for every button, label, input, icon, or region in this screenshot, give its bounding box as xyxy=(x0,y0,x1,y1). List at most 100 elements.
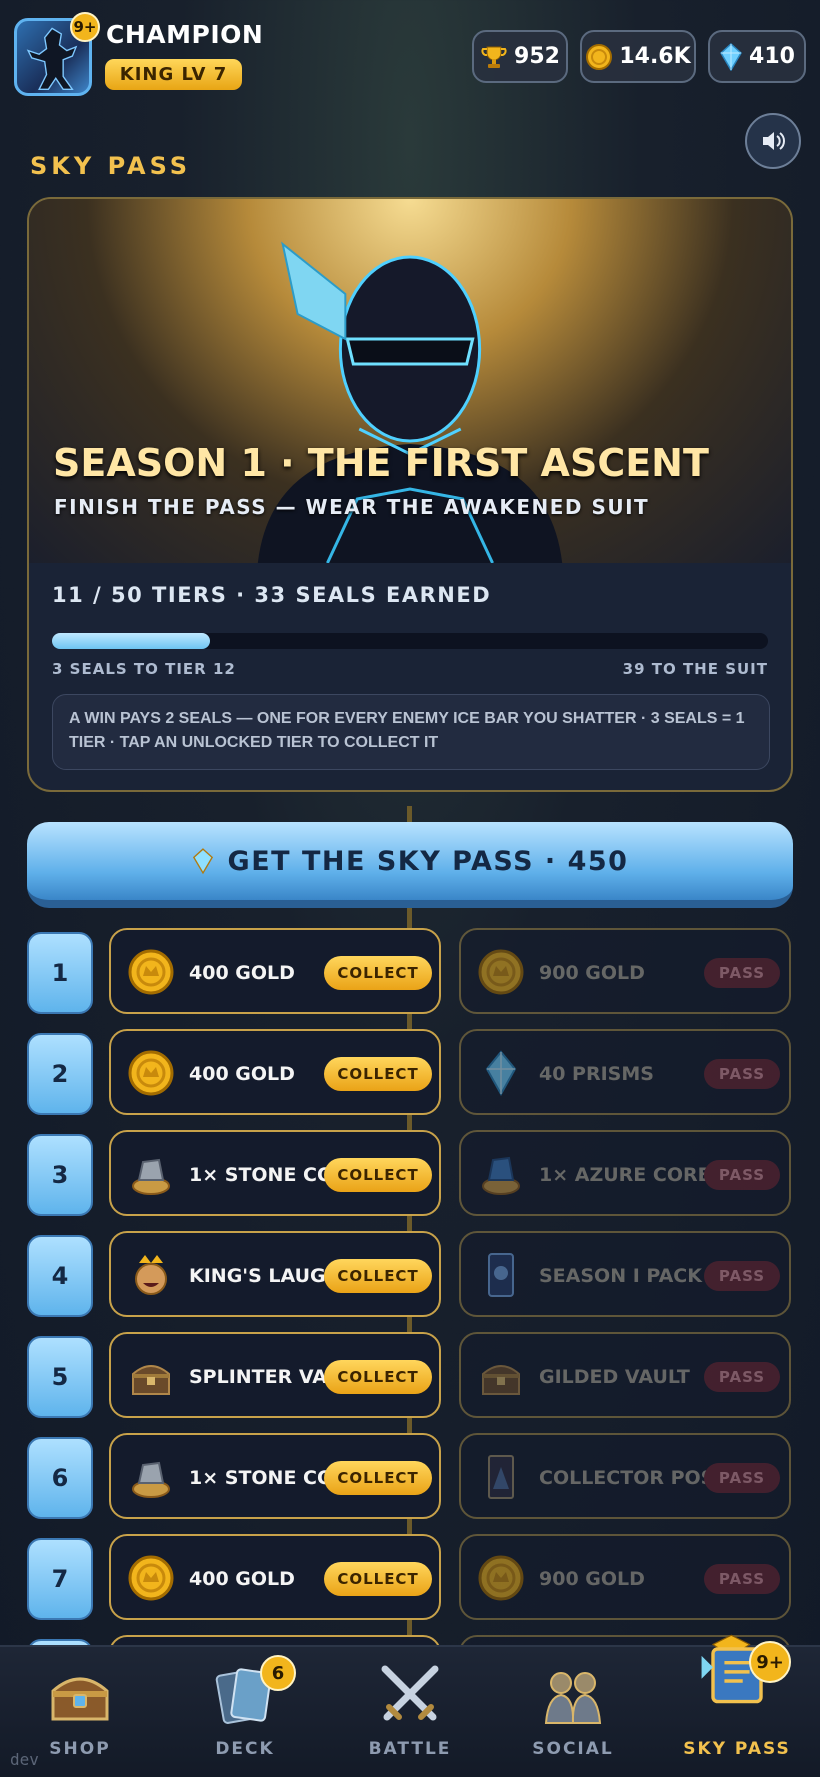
free-reward-cell[interactable]: SPLINTER VAULT COLLECT xyxy=(109,1332,441,1418)
nav-sky-pass-badge: 9+ xyxy=(749,1641,791,1683)
nav-deck-label: DECK xyxy=(215,1739,275,1759)
free-reward-cell[interactable]: 1× STONE CORE COLLECT xyxy=(109,1130,441,1216)
pass-reward-cell[interactable]: 1× AZURE CORE PASS xyxy=(459,1130,791,1216)
bottom-nav: SHOP 6 DECK BATTLE SOCIAL 9+ SKY PASS xyxy=(0,1634,820,1777)
nav-battle[interactable]: BATTLE xyxy=(340,1647,480,1777)
gold-count: 14.6K xyxy=(619,44,691,69)
tier-number: 7 xyxy=(27,1538,93,1620)
buy-sky-pass-button[interactable]: GET THE SKY PASS · 450 xyxy=(27,822,793,908)
poster-icon xyxy=(477,1453,525,1501)
collect-button[interactable]: COLLECT xyxy=(324,1057,432,1091)
player-level-badge: KING LV 7 xyxy=(105,59,242,90)
seals-to-next-tier: 3 SEALS TO TIER 12 xyxy=(52,660,236,678)
collect-button[interactable]: COLLECT xyxy=(324,1461,432,1495)
season-title: SEASON 1 · THE FIRST ASCENT xyxy=(53,441,709,485)
card-pack-icon xyxy=(477,1251,525,1299)
tier-number: 2 xyxy=(27,1033,93,1115)
collect-button[interactable]: COLLECT xyxy=(324,1158,432,1192)
season-card: SEASON 1 · THE FIRST ASCENT FINISH THE P… xyxy=(27,197,793,792)
nav-sky-pass-label: SKY PASS xyxy=(683,1739,791,1759)
gold-coin-icon xyxy=(477,948,525,996)
tier-number: 4 xyxy=(27,1235,93,1317)
nav-battle-label: BATTLE xyxy=(368,1739,452,1759)
gold-coin-icon xyxy=(127,1554,175,1602)
nav-sky-pass[interactable]: 9+ SKY PASS xyxy=(667,1634,807,1777)
prism-counter[interactable]: 410 xyxy=(708,30,806,83)
tier-number: 6 xyxy=(27,1437,93,1519)
avatar-notification-badge: 9+ xyxy=(70,12,100,42)
section-title: SKY PASS xyxy=(30,152,192,180)
trophy-icon xyxy=(481,46,507,68)
gold-coin-icon xyxy=(127,948,175,996)
tiers-to-suit: 39 TO THE SUIT xyxy=(622,660,768,678)
tier-row: 7 400 GOLD COLLECT 900 GOLD PASS xyxy=(0,1534,820,1620)
gold-coin-icon xyxy=(586,43,613,70)
chest-icon xyxy=(51,1677,109,1721)
pass-locked-tag: PASS xyxy=(704,958,780,988)
tier-progress-bar xyxy=(52,633,768,649)
speaker-icon xyxy=(763,132,785,150)
buy-sky-pass-label: GET THE SKY PASS · 450 xyxy=(227,845,629,877)
player-name: CHAMPION xyxy=(106,20,264,49)
king-emote-icon xyxy=(127,1251,175,1299)
pass-reward-cell[interactable]: 40 PRISMS PASS xyxy=(459,1029,791,1115)
collect-button[interactable]: COLLECT xyxy=(324,1259,432,1293)
knights-icon xyxy=(544,1672,602,1724)
season-subtitle: FINISH THE PASS — WEAR THE AWAKENED SUIT xyxy=(54,495,650,519)
nav-deck[interactable]: 6 DECK xyxy=(175,1647,315,1777)
tier-row: 2 400 GOLD COLLECT 40 PRISMS PASS xyxy=(0,1029,820,1115)
collect-button[interactable]: COLLECT xyxy=(324,956,432,990)
chest-icon xyxy=(127,1352,175,1400)
free-reward-cell[interactable]: 1× STONE CORE COLLECT xyxy=(109,1433,441,1519)
pass-locked-tag: PASS xyxy=(704,1160,780,1190)
gold-coin-icon xyxy=(127,1049,175,1097)
collect-button[interactable]: COLLECT xyxy=(324,1562,432,1596)
prism-icon xyxy=(477,1049,525,1097)
tier-row: 3 1× STONE CORE COLLECT 1× AZURE CORE PASS xyxy=(0,1130,820,1216)
dev-tag: dev xyxy=(10,1750,39,1769)
pass-reward-cell[interactable]: SEASON I PACK PASS xyxy=(459,1231,791,1317)
azure-core-icon xyxy=(477,1150,525,1198)
free-reward-cell[interactable]: KING'S LAUGH COLLECT xyxy=(109,1231,441,1317)
pass-reward-cell[interactable]: COLLECTOR POSTER PASS xyxy=(459,1433,791,1519)
gold-counter[interactable]: 14.6K xyxy=(580,30,696,83)
prism-count: 410 xyxy=(749,44,795,69)
pass-reward-cell[interactable]: 900 GOLD PASS xyxy=(459,1534,791,1620)
nav-social[interactable]: SOCIAL xyxy=(503,1647,643,1777)
tier-row: 1 400 GOLD COLLECT 900 GOLD PASS xyxy=(0,928,820,1014)
tier-progress-text: 11 / 50 TIERS · 33 SEALS EARNED xyxy=(52,583,492,607)
tier-row: 5 SPLINTER VAULT COLLECT GILDED VAULT PASS xyxy=(0,1332,820,1418)
tier-progress-fill xyxy=(52,633,210,649)
nav-social-label: SOCIAL xyxy=(532,1739,614,1759)
pass-locked-tag: PASS xyxy=(704,1463,780,1493)
pass-reward-cell[interactable]: GILDED VAULT PASS xyxy=(459,1332,791,1418)
free-reward-cell[interactable]: 400 GOLD COLLECT xyxy=(109,928,441,1014)
trophy-count: 952 xyxy=(514,44,560,69)
trophy-counter[interactable]: 952 xyxy=(472,30,568,83)
stone-core-icon xyxy=(127,1453,175,1501)
season-info-text: A WIN PAYS 2 SEALS — ONE FOR EVERY ENEMY… xyxy=(52,694,770,770)
tier-row: 4 KING'S LAUGH COLLECT SEASON I PACK PASS xyxy=(0,1231,820,1317)
pass-locked-tag: PASS xyxy=(704,1564,780,1594)
tier-number: 1 xyxy=(27,932,93,1014)
pass-locked-tag: PASS xyxy=(704,1059,780,1089)
top-bar: 9+ CHAMPION KING LV 7 952 14.6K 410 xyxy=(0,0,820,110)
sound-toggle-button[interactable] xyxy=(745,113,801,169)
stone-core-icon xyxy=(127,1150,175,1198)
gold-coin-icon xyxy=(477,1554,525,1602)
tier-row: 6 1× STONE CORE COLLECT COLLECTOR POSTER PAS… xyxy=(0,1433,820,1519)
pass-reward-cell[interactable]: 900 GOLD PASS xyxy=(459,928,791,1014)
tier-number: 3 xyxy=(27,1134,93,1216)
season-hero-banner: SEASON 1 · THE FIRST ASCENT FINISH THE P… xyxy=(29,199,791,563)
prism-icon xyxy=(192,848,213,875)
collect-button[interactable]: COLLECT xyxy=(324,1360,432,1394)
nav-deck-badge: 6 xyxy=(260,1655,296,1691)
chest-icon xyxy=(477,1352,525,1400)
pass-locked-tag: PASS xyxy=(704,1362,780,1392)
pass-locked-tag: PASS xyxy=(704,1261,780,1291)
tier-number: 5 xyxy=(27,1336,93,1418)
free-reward-cell[interactable]: 400 GOLD COLLECT xyxy=(109,1029,441,1115)
prism-icon xyxy=(720,42,742,71)
free-reward-cell[interactable]: 400 GOLD COLLECT xyxy=(109,1534,441,1620)
crossed-swords-icon xyxy=(381,1665,439,1721)
